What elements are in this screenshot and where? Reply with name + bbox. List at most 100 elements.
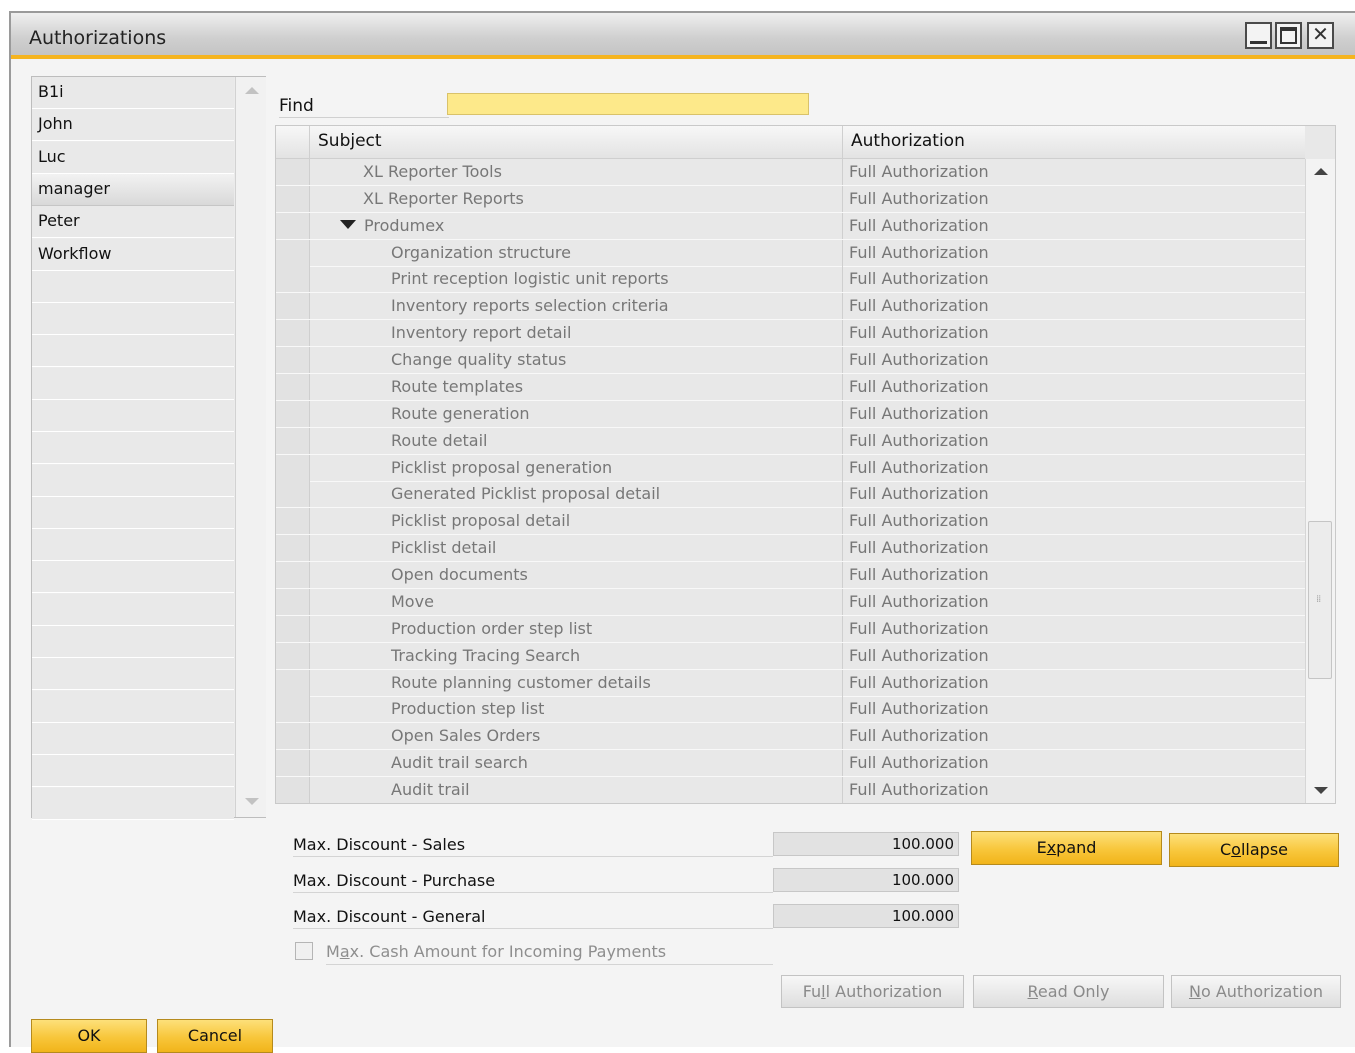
table-row[interactable]: Picklist proposal detail Full Authorizati… [276, 508, 1305, 535]
subject-cell[interactable]: Generated Picklist proposal detail [310, 481, 843, 507]
subject-column-header[interactable]: Subject [310, 126, 843, 159]
authorization-cell[interactable]: Full Authorization [843, 455, 1305, 481]
subject-cell[interactable]: Organization structure [310, 240, 843, 266]
read-only-button[interactable]: Read Only [973, 975, 1164, 1008]
table-row[interactable]: XL Reporter Tools Full Authorization [276, 159, 1305, 186]
scroll-up-icon[interactable] [1314, 168, 1328, 175]
authorization-cell[interactable]: Full Authorization [843, 670, 1305, 696]
user-list-scrollbar[interactable] [235, 77, 266, 817]
table-row[interactable]: Picklist proposal generation Full Authori… [276, 455, 1305, 482]
subject-cell[interactable]: Picklist proposal detail [310, 508, 843, 534]
subject-cell[interactable]: Production step list [310, 696, 843, 722]
table-row[interactable]: Open documents Full Authorization [276, 562, 1305, 589]
table-row[interactable]: Route generation Full Authorization [276, 401, 1305, 428]
subject-cell[interactable]: Route templates [310, 374, 843, 400]
minimize-button[interactable] [1245, 22, 1272, 49]
table-row[interactable]: Audit trail search Full Authorization [276, 750, 1305, 777]
table-row[interactable]: Production order step list Full Authoriza… [276, 616, 1305, 643]
subject-cell[interactable]: Route generation [310, 401, 843, 427]
subject-cell[interactable]: Picklist detail [310, 535, 843, 561]
list-item[interactable]: Workflow [32, 239, 234, 271]
authorization-cell[interactable]: Full Authorization [843, 481, 1305, 507]
authorization-cell[interactable]: Full Authorization [843, 293, 1305, 319]
authorization-cell[interactable]: Full Authorization [843, 535, 1305, 561]
max-discount-sales-field[interactable]: 100.000 [773, 832, 959, 856]
authorization-cell[interactable]: Full Authorization [843, 186, 1305, 212]
max-cash-checkbox[interactable] [295, 942, 313, 960]
authorization-cell[interactable]: Full Authorization [843, 374, 1305, 400]
authorization-cell[interactable]: Full Authorization [843, 266, 1305, 292]
table-row[interactable]: Inventory reports selection criteria Full… [276, 293, 1305, 320]
authorization-cell[interactable]: Full Authorization [843, 562, 1305, 588]
table-row[interactable]: Production step list Full Authorization [276, 696, 1305, 723]
subject-cell[interactable]: Open documents [310, 562, 843, 588]
close-button[interactable]: ✕ [1307, 22, 1334, 49]
subject-cell[interactable]: Inventory reports selection criteria [310, 293, 843, 319]
list-item[interactable]: Peter [32, 206, 234, 238]
subject-cell[interactable]: Move [310, 589, 843, 615]
cancel-button[interactable]: Cancel [157, 1019, 273, 1053]
title-bar[interactable]: Authorizations ✕ [11, 13, 1355, 59]
scroll-up-icon[interactable] [245, 87, 259, 94]
table-row[interactable]: Picklist detail Full Authorization [276, 535, 1305, 562]
max-discount-purchase-field[interactable]: 100.000 [773, 868, 959, 892]
table-row[interactable]: Move Full Authorization [276, 589, 1305, 616]
table-row[interactable]: Route templates Full Authorization [276, 374, 1305, 401]
table-row[interactable]: XL Reporter Reports Full Authorization [276, 186, 1305, 213]
authorization-cell[interactable]: Full Authorization [843, 696, 1305, 722]
authorization-cell[interactable]: Full Authorization [843, 159, 1305, 185]
subject-cell[interactable]: Change quality status [310, 347, 843, 373]
subject-cell[interactable]: Audit trail search [310, 750, 843, 776]
subject-cell[interactable]: Inventory report detail [310, 320, 843, 346]
maximize-button[interactable] [1275, 22, 1302, 49]
table-row[interactable]: Generated Picklist proposal detail Full A… [276, 481, 1305, 508]
subject-cell[interactable]: Audit trail [310, 777, 843, 803]
authorization-cell[interactable]: Full Authorization [843, 347, 1305, 373]
authorization-cell[interactable]: Full Authorization [843, 589, 1305, 615]
grid-scrollbar[interactable]: ⁞⁞ [1305, 159, 1335, 803]
table-row[interactable]: Audit trail Full Authorization [276, 777, 1305, 803]
collapse-button[interactable]: Collapse [1169, 833, 1339, 867]
table-row[interactable]: Tracking Tracing Search Full Authorizatio… [276, 643, 1305, 670]
scroll-thumb[interactable]: ⁞⁞ [1308, 521, 1332, 679]
authorization-column-header[interactable]: Authorization [843, 126, 1305, 159]
expand-triangle-icon[interactable] [340, 220, 356, 229]
subject-cell[interactable]: Tracking Tracing Search [310, 643, 843, 669]
scroll-down-icon[interactable] [245, 798, 259, 805]
subject-cell[interactable]: Print reception logistic unit reports [310, 266, 843, 292]
list-item[interactable]: Luc [32, 142, 234, 174]
subject-cell[interactable]: Open Sales Orders [310, 723, 843, 749]
find-input[interactable] [447, 93, 809, 115]
subject-cell[interactable]: Picklist proposal generation [310, 455, 843, 481]
table-row[interactable]: Route detail Full Authorization [276, 428, 1305, 455]
table-row[interactable]: Change quality status Full Authorization [276, 347, 1305, 374]
authorization-cell[interactable]: Full Authorization [843, 213, 1305, 239]
authorization-cell[interactable]: Full Authorization [843, 616, 1305, 642]
ok-button[interactable]: OK [31, 1019, 147, 1053]
authorization-cell[interactable]: Full Authorization [843, 750, 1305, 776]
authorization-cell[interactable]: Full Authorization [843, 723, 1305, 749]
authorization-cell[interactable]: Full Authorization [843, 240, 1305, 266]
max-discount-general-field[interactable]: 100.000 [773, 904, 959, 928]
no-authorization-button[interactable]: No Authorization [1171, 975, 1341, 1008]
list-item[interactable]: manager [32, 174, 234, 206]
table-row[interactable]: Produmex Full Authorization [276, 213, 1305, 240]
full-authorization-button[interactable]: Full Authorization [781, 975, 964, 1008]
subject-cell[interactable]: Produmex [310, 213, 843, 239]
subject-cell[interactable]: XL Reporter Tools [310, 159, 843, 185]
list-item[interactable]: John [32, 109, 234, 141]
subject-cell[interactable]: Route detail [310, 428, 843, 454]
subject-cell[interactable]: Production order step list [310, 616, 843, 642]
subject-cell[interactable]: Route planning customer details [310, 670, 843, 696]
list-item[interactable]: B1i [32, 77, 234, 109]
expand-button[interactable]: Expand [971, 831, 1162, 865]
table-row[interactable]: Route planning customer details Full Auth… [276, 670, 1305, 697]
table-row[interactable]: Open Sales Orders Full Authorization [276, 723, 1305, 750]
authorization-cell[interactable]: Full Authorization [843, 428, 1305, 454]
authorization-cell[interactable]: Full Authorization [843, 320, 1305, 346]
subject-cell[interactable]: XL Reporter Reports [310, 186, 843, 212]
table-row[interactable]: Inventory report detail Full Authorizatio… [276, 320, 1305, 347]
authorization-cell[interactable]: Full Authorization [843, 777, 1305, 803]
table-row[interactable]: Print reception logistic unit reports Ful… [276, 266, 1305, 293]
table-row[interactable]: Organization structure Full Authorization [276, 240, 1305, 267]
